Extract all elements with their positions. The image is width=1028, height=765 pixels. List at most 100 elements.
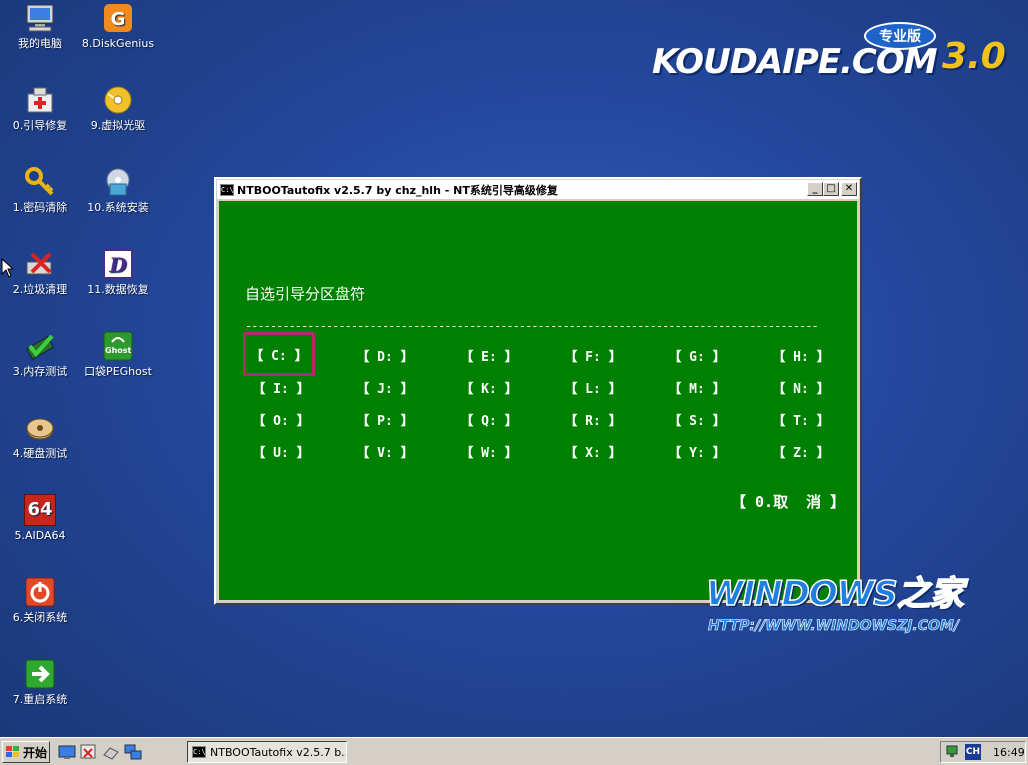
logo-version: 3.0 [942,36,1006,77]
key-icon [24,166,56,198]
cleaner-icon [24,248,56,280]
desktop-icon-label: 4.硬盘测试 [12,447,68,460]
console-divider: ----------------------------------------… [245,319,819,333]
eraser-quicklaunch-icon[interactable] [102,743,120,761]
language-indicator[interactable]: CH [965,744,981,760]
drive-option[interactable]: 【 E: 】 [454,343,524,367]
console-area[interactable]: 自选引导分区盘符 -------------------------------… [219,201,857,600]
windows-logo-icon [5,746,19,757]
clock[interactable]: 16:49 [993,746,1025,759]
desktop-icon-label: 1.密码清除 [12,201,68,214]
desktop-icon-label: 口袋PEGhost [84,365,152,378]
watermark-title: WINDOWS之家 [705,573,964,615]
window-title: NTBOOTautofix v2.5.7 by chz_hlh - NT系统引导… [237,183,558,197]
mouse-pointer-icon [1,257,15,282]
taskbar-item-ntbootautofix[interactable]: C:\ NTBOOTautofix v2.5.7 b... [187,741,347,763]
close-button[interactable]: ✕ [841,182,857,196]
desktop-icon-password-clear[interactable]: 1.密码清除 [0,166,80,215]
maximize-button[interactable]: □ [823,182,839,196]
ghost-badge-text: Ghost [105,346,132,355]
desktop-icon-label: 9.虚拟光驱 [90,119,146,132]
desktop-icon-label: 2.垃圾清理 [12,283,68,296]
aida64-icon: 64 [24,494,56,526]
show-desktop-icon[interactable] [58,743,76,761]
ntbootautofix-window[interactable]: C:\ NTBOOTautofix v2.5.7 by chz_hlh - NT… [214,177,862,605]
svg-text:G: G [111,9,126,30]
desktop-icon-my-computer[interactable]: 我的电脑 [0,2,80,51]
window-titlebar[interactable]: C:\ NTBOOTautofix v2.5.7 by chz_hlh - NT… [217,180,859,199]
koudaipe-logo: KOUDAIPE.COM 专业版 3.0 [652,22,1006,90]
drive-option[interactable]: 【 T: 】 [766,407,836,431]
drive-option[interactable]: 【 H: 】 [766,343,836,367]
desktop-icon-label: 10.系统安装 [87,201,149,214]
drive-option[interactable]: 【 V: 】 [350,439,420,463]
desktop-icon-system-install[interactable]: 10.系统安装 [78,166,158,215]
svg-text:D: D [108,253,127,277]
drive-option[interactable]: 【 R: 】 [558,407,628,431]
memory-test-icon [24,330,56,362]
desktop-icon-label: 5.AIDA64 [14,529,66,542]
diskgenius-icon: G [102,2,134,34]
desktop-icon-memory-test[interactable]: 3.内存测试 [0,330,80,379]
desktop-icon-virtual-cd[interactable]: 9.虚拟光驱 [78,84,158,133]
desktop-icon-label: 7.重启系统 [12,693,68,706]
drive-option[interactable]: 【 J: 】 [350,375,420,399]
drive-option[interactable]: 【 F: 】 [558,343,628,367]
drive-option[interactable]: 【 M: 】 [662,375,732,399]
console-app-icon: C:\ [220,183,234,196]
start-button[interactable]: 开始 [2,741,50,763]
drive-option[interactable]: 【 Z: 】 [766,439,836,463]
drive-option[interactable]: 【 D: 】 [350,343,420,367]
watermark-url: HTTP://WWW.WINDOWSZJ.COM/ [708,618,960,635]
desktop-icon-diskgenius[interactable]: G 8.DiskGenius [78,2,158,51]
window-controls: _ □ ✕ [807,182,857,196]
drive-option[interactable]: 【 G: 】 [662,343,732,367]
desktop-icon-disk-test[interactable]: 4.硬盘测试 [0,412,80,461]
network-quicklaunch-icon[interactable] [124,743,142,761]
boot-repair-icon [24,84,56,116]
logo-edition-badge: 专业版 [864,22,936,50]
console-prompt: 自选引导分区盘符 [245,285,366,303]
drive-option[interactable]: 【 K: 】 [454,375,524,399]
virtual-cd-icon [102,84,134,116]
drive-option[interactable]: 【 U: 】 [246,439,316,463]
start-label: 开始 [22,745,47,760]
console-app-icon: C:\ [192,746,206,758]
desktop-icon-label: 0.引导修复 [12,119,68,132]
drive-option-selected[interactable]: 【 C: 】 [243,332,315,376]
cancel-option[interactable]: 【 0.取 消 】 [731,491,845,512]
drive-option[interactable]: 【 O: 】 [246,407,316,431]
disk-test-icon [24,412,56,444]
computer-icon [24,2,56,34]
desktop-icon-label: 我的电脑 [18,37,62,50]
drive-option[interactable]: 【 Y: 】 [662,439,732,463]
windowszj-watermark: WINDOWS之家 HTTP://WWW.WINDOWSZJ.COM/ [705,566,996,638]
desktop-icon-data-recovery[interactable]: D 11.数据恢复 [78,248,158,297]
tools-quicklaunch-icon[interactable] [80,743,98,761]
drive-option[interactable]: 【 L: 】 [558,375,628,399]
desktop-icon-label: 8.DiskGenius [81,37,155,50]
drive-option[interactable]: 【 S: 】 [662,407,732,431]
install-icon [102,166,134,198]
taskbar: 开始 C:\ NTBOOTautofix v2.5.7 b... CH 16:4… [0,737,1028,765]
taskbar-item-label: NTBOOTautofix v2.5.7 b... [210,745,347,759]
desktop-icon-restart[interactable]: 7.重启系统 [0,658,80,707]
desktop-icon-aida64[interactable]: 64 5.AIDA64 [0,494,80,543]
restart-icon [24,658,56,690]
drive-option[interactable]: 【 P: 】 [350,407,420,431]
desktop-icon-shutdown[interactable]: 6.关闭系统 [0,576,80,625]
drive-option[interactable]: 【 N: 】 [766,375,836,399]
drive-option[interactable]: 【 X: 】 [558,439,628,463]
minimize-button[interactable]: _ [807,182,823,196]
drive-option[interactable]: 【 W: 】 [454,439,524,463]
tray-network-icon[interactable] [945,743,961,762]
drive-option[interactable]: 【 Q: 】 [454,407,524,431]
desktop-icon-label: 11.数据恢复 [87,283,149,296]
drive-option[interactable]: 【 I: 】 [246,375,316,399]
shutdown-icon [24,576,56,608]
system-tray: CH 16:49 [940,741,1026,763]
data-recovery-icon: D [102,248,134,280]
desktop-icon-label: 3.内存测试 [12,365,68,378]
desktop-icon-label: 6.关闭系统 [12,611,68,624]
desktop-icon-boot-repair[interactable]: 0.引导修复 [0,84,80,133]
